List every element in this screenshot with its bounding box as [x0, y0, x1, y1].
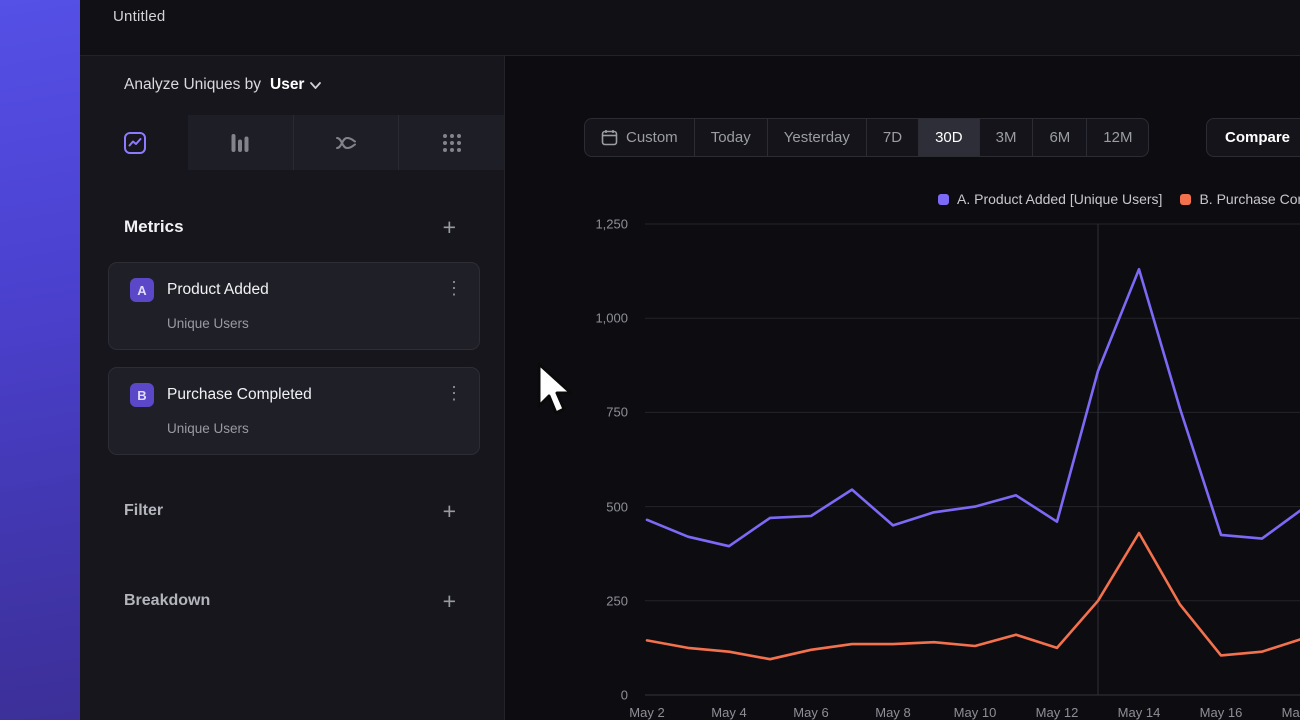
x-axis-label: May 18 — [1268, 705, 1300, 720]
compare-button[interactable]: Compare — [1206, 118, 1300, 157]
chevron-down-icon — [310, 82, 321, 89]
y-axis-label: 500 — [606, 499, 628, 514]
legend-label: A. Product Added [Unique Users] — [957, 191, 1162, 207]
app-window: Untitled Analyze Uniques by User — [0, 0, 1300, 720]
funnel-bars-icon — [228, 131, 252, 155]
range-button-6m[interactable]: 6M — [1032, 118, 1087, 157]
flows-stream-icon — [334, 131, 358, 155]
x-axis: May 2 May 4 May 6 May 8 May 10 May 12 May 14 Ma… — [0, 705, 1300, 720]
x-axis-label: May 12 — [1022, 705, 1092, 720]
add-filter-button[interactable]: + — [443, 498, 456, 524]
breakdown-section-header: Breakdown + — [124, 588, 456, 614]
analyze-by-value-text: User — [270, 76, 304, 94]
range-button-today[interactable]: Today — [694, 118, 768, 157]
x-axis-label: May 14 — [1104, 705, 1174, 720]
x-axis-label: May 2 — [612, 705, 682, 720]
range-label: 3M — [996, 129, 1017, 146]
grid-dots-icon — [440, 131, 464, 155]
legend-swatch-series-a — [938, 194, 949, 205]
range-label: Custom — [626, 129, 678, 146]
x-axis-label: May 6 — [776, 705, 846, 720]
legend-swatch-series-b — [1180, 194, 1191, 205]
range-button-yesterday[interactable]: Yesterday — [767, 118, 867, 157]
metric-name: Purchase Completed — [167, 386, 312, 404]
sidebar: Analyze Uniques by User Metrics + — [80, 56, 505, 720]
kebab-menu-icon[interactable]: ⋮ — [445, 383, 463, 404]
range-button-3m[interactable]: 3M — [979, 118, 1034, 157]
analyze-by-value[interactable]: User — [270, 76, 321, 94]
add-metric-button[interactable]: + — [443, 214, 456, 240]
chart-legend: A. Product Added [Unique Users] B. Purch… — [938, 191, 1300, 207]
y-axis: 02505007501,0001,250 — [540, 224, 628, 695]
range-button-12m[interactable]: 12M — [1086, 118, 1149, 157]
y-axis-label: 1,000 — [595, 311, 628, 326]
metric-subtitle[interactable]: Unique Users — [167, 316, 249, 331]
chart-series-line — [647, 269, 1300, 546]
breakdown-section-label: Breakdown — [124, 592, 210, 610]
filter-section-header: Filter + — [124, 498, 456, 524]
metric-name: Product Added — [167, 281, 269, 299]
chart-type-tabstrip — [83, 115, 504, 170]
metric-card-purchase-completed[interactable]: B Purchase Completed ⋮ Unique Users — [108, 367, 480, 455]
kebab-menu-icon[interactable]: ⋮ — [445, 278, 463, 299]
range-label: 6M — [1049, 129, 1070, 146]
x-axis-label: May 16 — [1186, 705, 1256, 720]
metrics-section-label: Metrics — [124, 217, 184, 237]
add-breakdown-button[interactable]: + — [443, 588, 456, 614]
calendar-icon — [601, 129, 618, 146]
left-gradient-strip — [0, 0, 80, 720]
x-axis-label: May 8 — [858, 705, 928, 720]
insights-chart-icon — [123, 131, 147, 155]
range-label: 30D — [935, 129, 963, 146]
range-label: Yesterday — [784, 129, 850, 146]
range-label: 7D — [883, 129, 902, 146]
date-range-group: Custom Today Yesterday 7D 30D 3M 6M 12M — [584, 118, 1149, 157]
y-axis-label: 750 — [606, 405, 628, 420]
metric-card-product-added[interactable]: A Product Added ⋮ Unique Users — [108, 262, 480, 350]
header: Untitled — [80, 0, 1300, 56]
metric-badge: B — [130, 383, 154, 407]
tab-flows[interactable] — [293, 115, 399, 170]
tab-segmentation[interactable] — [398, 115, 504, 170]
analyze-by-control[interactable]: Analyze Uniques by User — [124, 70, 321, 100]
y-axis-label: 1,250 — [595, 217, 628, 232]
range-button-30d[interactable]: 30D — [918, 118, 980, 157]
x-axis-label: May 10 — [940, 705, 1010, 720]
metric-subtitle[interactable]: Unique Users — [167, 421, 249, 436]
tab-insights[interactable] — [83, 115, 188, 170]
tab-funnels[interactable] — [188, 115, 293, 170]
page-title: Untitled — [113, 8, 165, 25]
range-label: Today — [711, 129, 751, 146]
range-button-custom[interactable]: Custom — [584, 118, 695, 157]
legend-item: A. Product Added [Unique Users] — [938, 191, 1162, 207]
legend-label: B. Purchase Completed [Unique Users] — [1199, 191, 1300, 207]
analyze-by-label: Analyze Uniques by — [124, 76, 261, 94]
line-chart[interactable] — [645, 224, 1300, 695]
y-axis-label: 0 — [621, 688, 628, 703]
x-axis-label: May 4 — [694, 705, 764, 720]
range-button-7d[interactable]: 7D — [866, 118, 919, 157]
chart-series-line — [647, 533, 1300, 659]
range-label: 12M — [1103, 129, 1132, 146]
metric-badge: A — [130, 278, 154, 302]
legend-item: B. Purchase Completed [Unique Users] — [1180, 191, 1300, 207]
filter-section-label: Filter — [124, 502, 163, 520]
metrics-section-header: Metrics + — [124, 214, 456, 240]
y-axis-label: 250 — [606, 593, 628, 608]
